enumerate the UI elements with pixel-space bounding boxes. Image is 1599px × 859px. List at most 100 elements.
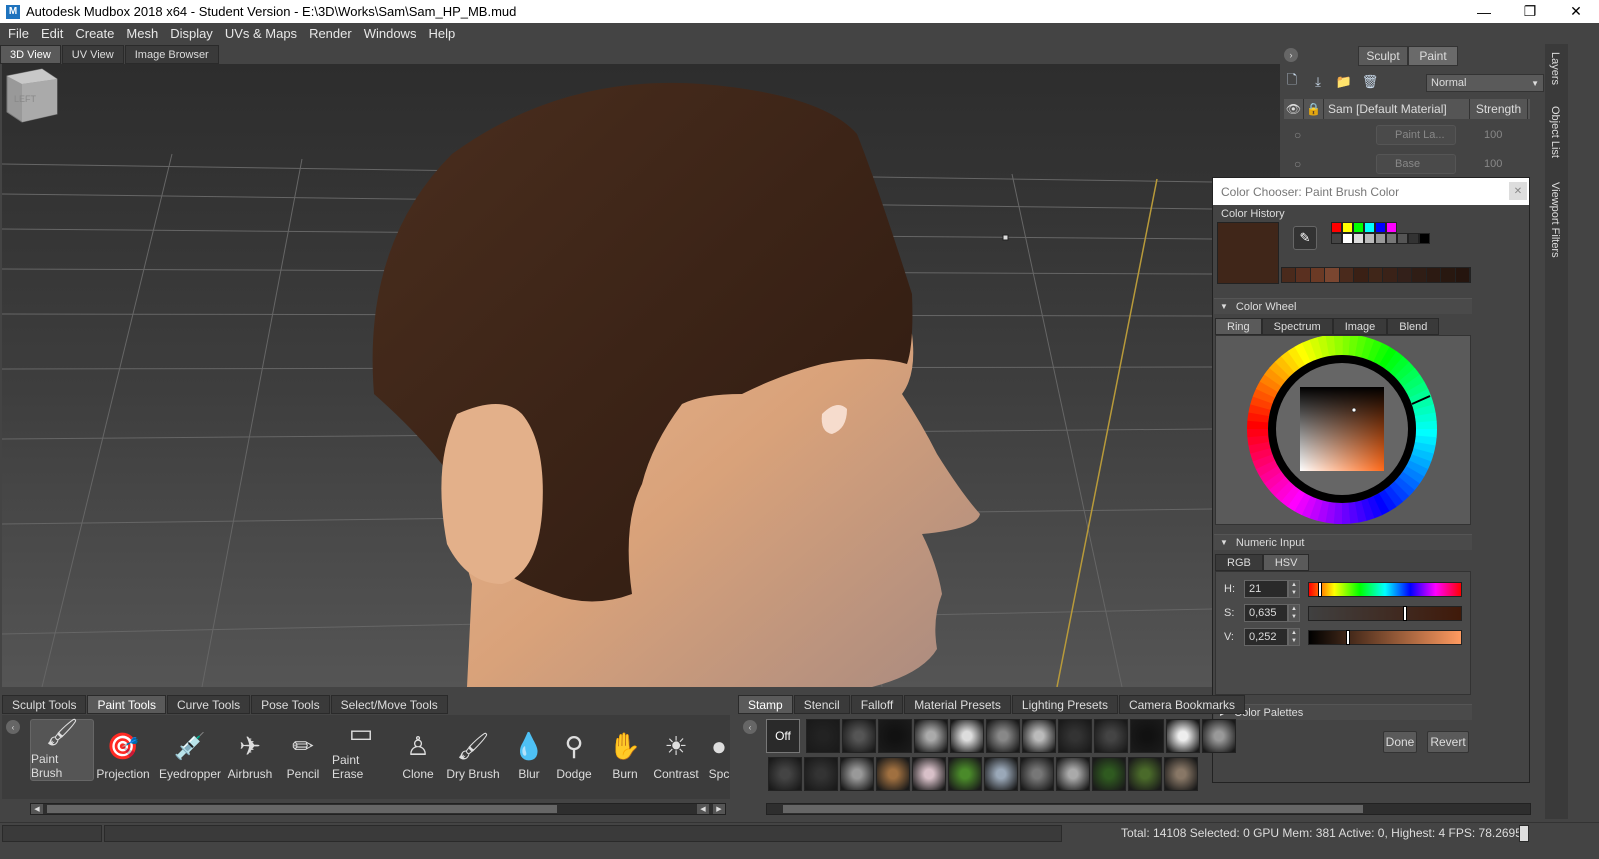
stamp-thumbnail[interactable] (1020, 757, 1054, 791)
stamp-thumbnail[interactable] (878, 719, 912, 753)
saturation-spinner[interactable]: ▲ ▼ (1288, 604, 1300, 622)
recent-color-swatch[interactable] (1441, 268, 1455, 282)
stamp-nav-left-icon[interactable]: ‹ (743, 720, 757, 734)
stamp-thumbnail[interactable] (1202, 719, 1236, 753)
panel-collapse-icon[interactable]: › (1284, 48, 1298, 62)
tab-material-presets[interactable]: Material Presets (904, 695, 1011, 714)
sv-picker-marker[interactable] (1351, 407, 1357, 413)
history-swatch[interactable] (1375, 233, 1386, 244)
tool-dodge[interactable]: ⚲ Dodge (554, 719, 594, 782)
scroll-left-icon[interactable]: ◀ (697, 804, 709, 814)
stamp-thumbnail[interactable] (914, 719, 948, 753)
recent-color-swatch[interactable] (1455, 268, 1470, 282)
recent-color-swatch[interactable] (1282, 268, 1296, 282)
stamp-thumbnail[interactable] (948, 757, 982, 791)
tray-nav-left-icon[interactable]: ‹ (6, 720, 20, 734)
history-swatch[interactable] (1397, 233, 1408, 244)
layer-row[interactable]: ○ Paint La... 100 (1284, 121, 1530, 149)
side-tab-layers[interactable]: Layers (1549, 52, 1561, 85)
layer-visibility-icon[interactable]: ○ (1294, 128, 1301, 142)
side-tab-object-list[interactable]: Object List (1549, 106, 1561, 158)
history-swatch[interactable] (1353, 233, 1364, 244)
value-slider[interactable] (1308, 630, 1462, 645)
hue-spinner[interactable]: ▲ ▼ (1288, 580, 1300, 598)
tab-ring[interactable]: Ring (1215, 318, 1262, 335)
tab-stencil[interactable]: Stencil (793, 695, 850, 714)
delete-layer-icon[interactable]: 🗑 (1362, 74, 1379, 90)
layer-strength[interactable]: 100 (1484, 129, 1502, 141)
tab-paint-layers[interactable]: Paint (1408, 46, 1458, 66)
eyedropper-icon[interactable]: ✎ (1293, 226, 1317, 250)
tab-hsv[interactable]: HSV (1262, 554, 1310, 571)
stamp-off-button[interactable]: Off (766, 719, 800, 753)
tab-sculpt-tools[interactable]: Sculpt Tools (2, 695, 87, 714)
menu-create[interactable]: Create (69, 26, 120, 41)
stamp-thumbnail[interactable] (804, 757, 838, 791)
menu-display[interactable]: Display (164, 26, 219, 41)
history-swatch[interactable] (1386, 233, 1397, 244)
history-swatch[interactable] (1375, 222, 1386, 233)
hue-slider-thumb[interactable] (1317, 582, 1322, 597)
tool-burn[interactable]: ✋ Burn (606, 719, 644, 782)
history-swatch[interactable] (1353, 222, 1364, 233)
recent-color-swatch[interactable] (1412, 268, 1426, 282)
tab-spectrum[interactable]: Spectrum (1261, 318, 1333, 335)
menu-render[interactable]: Render (303, 26, 358, 41)
stamp-thumbnail[interactable] (840, 757, 874, 791)
stamp-thumbnail[interactable] (1092, 757, 1126, 791)
close-button[interactable]: ✕ (1553, 0, 1599, 23)
menu-help[interactable]: Help (422, 26, 461, 41)
scroll-thumb[interactable] (47, 805, 557, 813)
stamp-thumbnail[interactable] (986, 719, 1020, 753)
menu-file[interactable]: File (2, 26, 35, 41)
tool-paint-erase[interactable]: ▭ Paint Erase (332, 718, 390, 781)
tab-curve-tools[interactable]: Curve Tools (166, 695, 251, 714)
tab-rgb[interactable]: RGB (1215, 554, 1263, 571)
history-swatch[interactable] (1364, 233, 1375, 244)
layer-strength[interactable]: 100 (1484, 158, 1502, 170)
stamps-scrollbar[interactable] (766, 803, 1531, 815)
recent-color-swatch[interactable] (1325, 268, 1339, 282)
history-swatch[interactable] (1331, 222, 1342, 233)
tool-dry-brush[interactable]: 🖌 Dry Brush (446, 719, 500, 782)
recent-color-swatch[interactable] (1354, 268, 1368, 282)
scroll-thumb[interactable] (783, 805, 1363, 813)
tab-falloff[interactable]: Falloff (850, 695, 904, 714)
tool-projection[interactable]: 🎯 Projection (96, 719, 150, 782)
layer-name[interactable]: Base (1376, 154, 1456, 174)
tab-sculpt-layers[interactable]: Sculpt (1358, 46, 1408, 66)
saturation-slider-thumb[interactable] (1402, 606, 1407, 621)
value-slider-thumb[interactable] (1346, 630, 1351, 645)
stamp-thumbnail[interactable] (912, 757, 946, 791)
lock-icon[interactable]: 🔒 (1304, 99, 1324, 119)
new-layer-icon[interactable]: 🗋 (1284, 72, 1300, 90)
tool-clone[interactable]: ♙ Clone (398, 719, 438, 782)
material-name[interactable]: Sam [Default Material] (1324, 99, 1470, 119)
dialog-close-icon[interactable]: ✕ (1509, 182, 1527, 200)
tab-lighting-presets[interactable]: Lighting Presets (1011, 695, 1118, 714)
recent-color-swatch[interactable] (1397, 268, 1412, 282)
scroll-left-icon[interactable]: ◀ (31, 804, 43, 814)
menu-uvs-maps[interactable]: UVs & Maps (219, 26, 303, 41)
hue-input[interactable]: 21 (1244, 580, 1288, 598)
recent-color-swatch[interactable] (1296, 268, 1310, 282)
stamp-thumbnail[interactable] (1128, 757, 1162, 791)
stamp-thumbnail[interactable] (984, 757, 1018, 791)
tab-paint-tools[interactable]: Paint Tools (87, 695, 166, 714)
tool-airbrush[interactable]: ✈ Airbrush (228, 719, 273, 782)
tab-pose-tools[interactable]: Pose Tools (251, 695, 330, 714)
tool-eyedropper[interactable]: 💉 Eyedropper (159, 719, 221, 782)
stamp-thumbnail[interactable] (1130, 719, 1164, 753)
history-swatch[interactable] (1419, 233, 1430, 244)
import-layer-icon[interactable]: ⤓ (1310, 74, 1326, 90)
blend-mode-select[interactable]: Normal ▼ (1426, 74, 1544, 92)
tab-stamp[interactable]: Stamp (738, 695, 793, 714)
viewcube[interactable]: LEFT (2, 64, 62, 124)
stamp-thumbnail[interactable] (768, 757, 802, 791)
tab-uv-view[interactable]: UV View (61, 45, 124, 64)
saturation-slider[interactable] (1308, 606, 1462, 621)
tab-image[interactable]: Image (1332, 318, 1388, 335)
stamp-thumbnail[interactable] (876, 757, 910, 791)
history-swatch[interactable] (1364, 222, 1375, 233)
tab-image-browser[interactable]: Image Browser (124, 45, 219, 64)
